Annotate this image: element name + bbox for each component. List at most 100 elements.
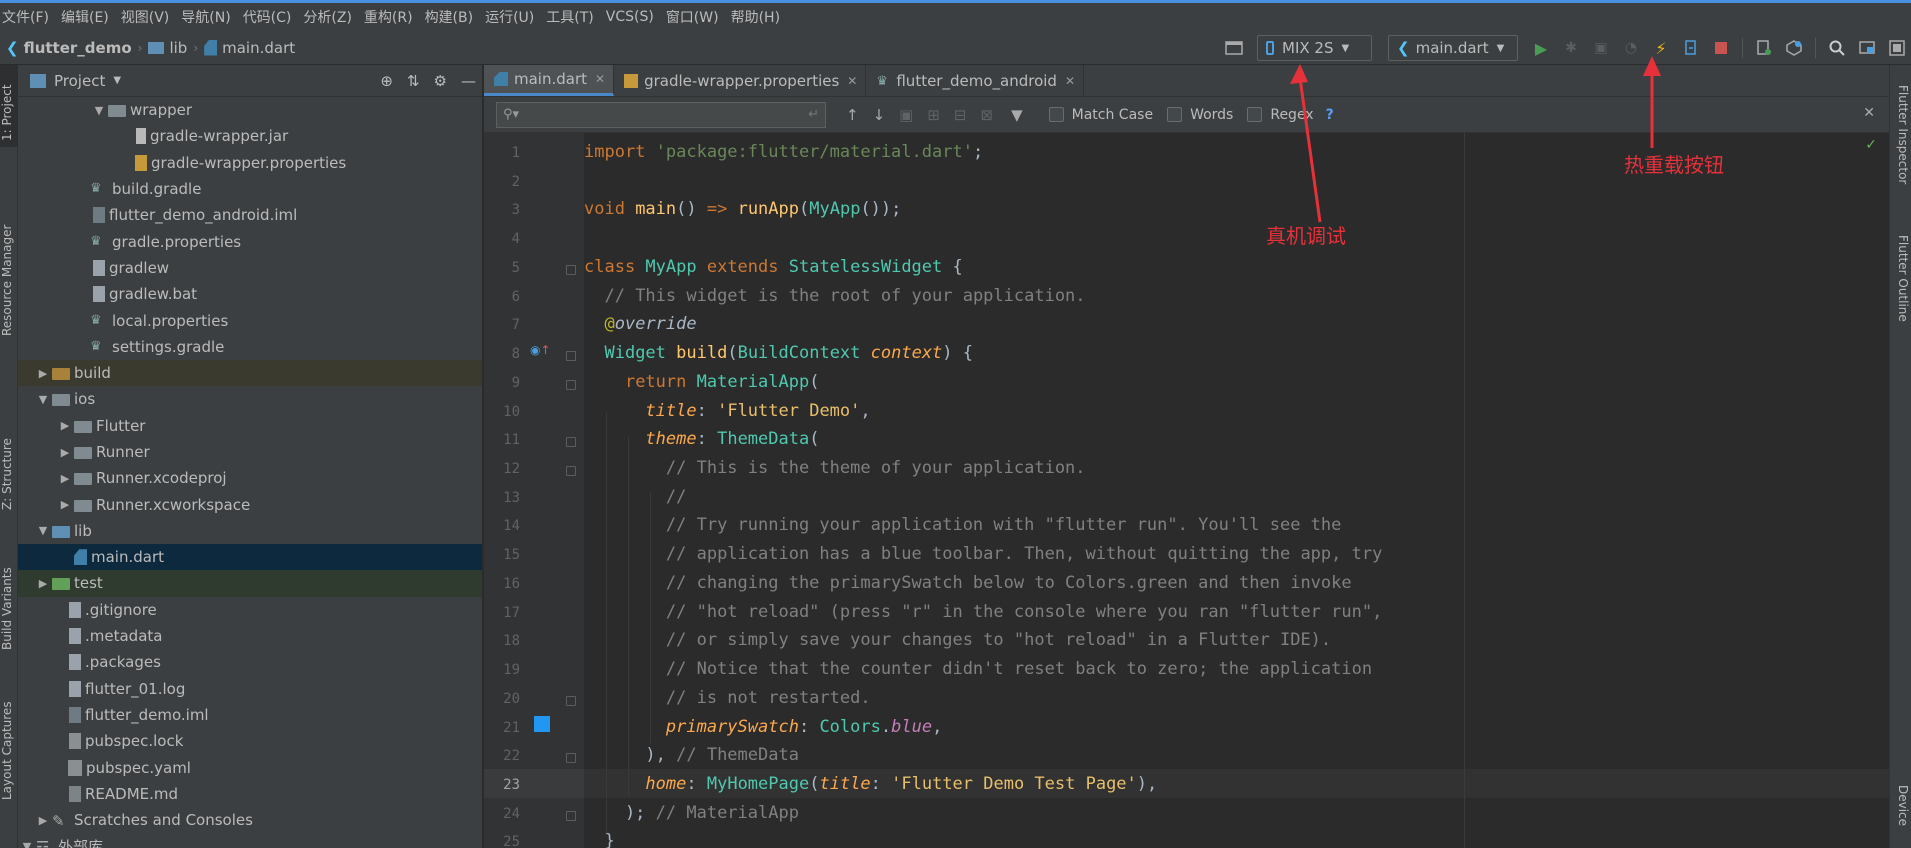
tree-item-gitignore[interactable]: .gitignore [18,597,482,623]
tree-item-runner-xcworkspace[interactable]: ▶ Runner.xcworkspace [18,491,482,517]
tree-item-gradlew-bat[interactable]: gradlew.bat [18,281,482,307]
run-icon[interactable]: ▶ [1531,38,1551,58]
tree-item-flutter-01-log[interactable]: flutter_01.log [18,676,482,702]
tree-item-wrapper[interactable]: ▼ wrapper [18,97,482,123]
tree-item-runner[interactable]: ▶ Runner [18,439,482,465]
tree-item-settings-gradle[interactable]: ♛ settings.gradle [18,334,482,360]
resource-manager-tool-label[interactable]: Resource Manager [0,201,18,336]
newline-icon[interactable]: ↵ [808,107,819,122]
chevron-down-icon[interactable]: ▼ [18,840,36,848]
menu-window[interactable]: 窗口(W) [666,7,719,27]
device-tool-label[interactable]: Device [1892,785,1910,845]
chevron-right-icon[interactable]: ▶ [34,814,52,827]
menu-refactor[interactable]: 重构(R) [364,7,413,27]
menu-edit[interactable]: 编辑(E) [61,7,109,27]
fold-marker-icon[interactable] [566,437,576,447]
find-input[interactable] [525,107,809,122]
build-variants-tool-label[interactable]: Build Variants [0,545,18,650]
checkbox-box[interactable] [1167,107,1183,122]
tree-item-lib[interactable]: ▼ lib [18,518,482,544]
chevron-right-icon[interactable]: ▶ [56,498,74,511]
search-icon[interactable] [1827,38,1847,58]
tree-item-flutter-demo-iml[interactable]: flutter_demo.iml [18,702,482,728]
chevron-right-icon[interactable]: ▶ [56,472,74,485]
chevron-right-icon[interactable]: ▶ [56,446,74,459]
chevron-down-icon[interactable]: ▼ [113,75,121,86]
structure-tool-label[interactable]: Z: Structure [0,415,18,510]
breadcrumb-project[interactable]: ❮ flutter_demo [6,39,132,57]
tab-flutter-demo-android[interactable]: ♛ flutter_demo_android ✕ [866,65,1084,96]
gear-icon[interactable]: ⚙ [434,72,447,90]
run-with-coverage-icon[interactable]: ▣ [1591,38,1611,58]
code-editor[interactable]: import 'package:flutter/material.dart'; … [584,133,1889,848]
chevron-down-icon[interactable]: ▼ [90,104,108,117]
fold-marker-icon[interactable] [566,265,576,275]
tree-item-external-libraries[interactable]: ▼ ☲ 外部库 [18,833,482,848]
fold-marker-icon[interactable] [566,753,576,763]
add-occurrence-icon[interactable]: ⊞ [927,106,940,124]
tree-item-runner-xcodeproj[interactable]: ▶ Runner.xcodeproj [18,465,482,491]
tree-item-test[interactable]: ▶ test [18,570,482,597]
fold-marker-icon[interactable] [566,466,576,476]
previous-occurrence-icon[interactable]: ↑ [846,106,859,124]
project-panel-title[interactable]: Project [54,72,105,90]
tree-item-pubspec-lock[interactable]: pubspec.lock [18,728,482,754]
next-occurrence-icon[interactable]: ↓ [873,106,886,124]
tree-item-gradle-wrapper-jar[interactable]: gradle-wrapper.jar [18,123,482,149]
breadcrumb-folder[interactable]: lib [148,39,187,57]
match-case-checkbox[interactable]: Match Case [1048,107,1153,123]
minimize-icon[interactable]: — [461,72,476,90]
run-config-selector[interactable]: ❮ main.dart ▼ [1388,35,1518,61]
breadcrumb-file[interactable]: main.dart [204,39,295,57]
sdk-manager-icon[interactable] [1784,38,1804,58]
tree-item-scratches[interactable]: ▶ ✎ Scratches and Consoles [18,807,482,833]
hot-reload-icon[interactable]: ⚡ [1651,38,1671,58]
tree-item-readme-md[interactable]: README.md [18,781,482,807]
flutter-inspector-tool-label[interactable]: Flutter Inspector [1892,85,1910,215]
filter-icon[interactable]: ▼ [1011,106,1023,124]
collapse-all-icon[interactable]: ⇅ [407,72,420,90]
menu-vcs[interactable]: VCS(S) [606,9,654,25]
tree-item-flutter-demo-android-iml[interactable]: flutter_demo_android.iml [18,202,482,228]
device-manager-icon[interactable] [1224,38,1244,58]
regex-help-link[interactable]: ? [1326,107,1334,123]
tree-item-pubspec-yaml[interactable]: pubspec.yaml [18,754,482,780]
debug-icon[interactable]: ✱ [1561,38,1581,58]
menu-file[interactable]: 文件(F) [2,7,49,27]
close-icon[interactable]: ✕ [1863,105,1875,121]
find-input-box[interactable]: ⚲▾ ↵ [496,101,826,128]
checkbox-box[interactable] [1048,107,1064,122]
tree-item-ios[interactable]: ▼ ios [18,386,482,412]
profile-icon[interactable]: ◔ [1621,38,1641,58]
fold-marker-icon[interactable] [566,696,576,706]
color-swatch-icon[interactable] [534,716,550,732]
close-icon[interactable]: ✕ [847,74,857,88]
chevron-down-icon[interactable]: ▼ [34,393,52,406]
chevron-right-icon[interactable]: ▶ [34,577,52,590]
search-icon[interactable]: ⚲▾ [503,107,519,122]
menu-build[interactable]: 构建(B) [425,7,474,27]
project-structure-icon[interactable] [1857,38,1877,58]
tree-item-gradlew[interactable]: gradlew [18,255,482,281]
tree-item-packages[interactable]: .packages [18,649,482,675]
tree-item-gradle-wrapper-properties[interactable]: gradle-wrapper.properties [18,150,482,176]
words-checkbox[interactable]: Words [1167,107,1233,123]
tab-gradle-wrapper-properties[interactable]: gradle-wrapper.properties ✕ [614,65,867,96]
fold-marker-icon[interactable] [566,811,576,821]
menu-code[interactable]: 代码(C) [243,7,292,27]
layout-captures-tool-label[interactable]: Layout Captures [0,685,18,800]
override-marker-icon[interactable]: ◉↑ [530,343,551,357]
chevron-down-icon[interactable]: ▼ [34,524,52,537]
device-selector[interactable]: MIX 2S ▼ [1257,35,1372,61]
fold-marker-icon[interactable] [566,380,576,390]
regex-checkbox[interactable]: Regex [1247,107,1314,123]
menu-help[interactable]: 帮助(H) [731,7,780,27]
close-icon[interactable]: ✕ [595,72,605,86]
tree-item-gradle-properties[interactable]: ♛ gradle.properties [18,228,482,254]
menu-navigate[interactable]: 导航(N) [181,7,230,27]
tree-item-metadata[interactable]: .metadata [18,623,482,649]
tree-item-flutter[interactable]: ▶ Flutter [18,413,482,439]
close-icon[interactable]: ✕ [1065,74,1075,88]
project-tool-label[interactable]: 1: Project [0,71,18,141]
menu-tools[interactable]: 工具(T) [546,7,593,27]
